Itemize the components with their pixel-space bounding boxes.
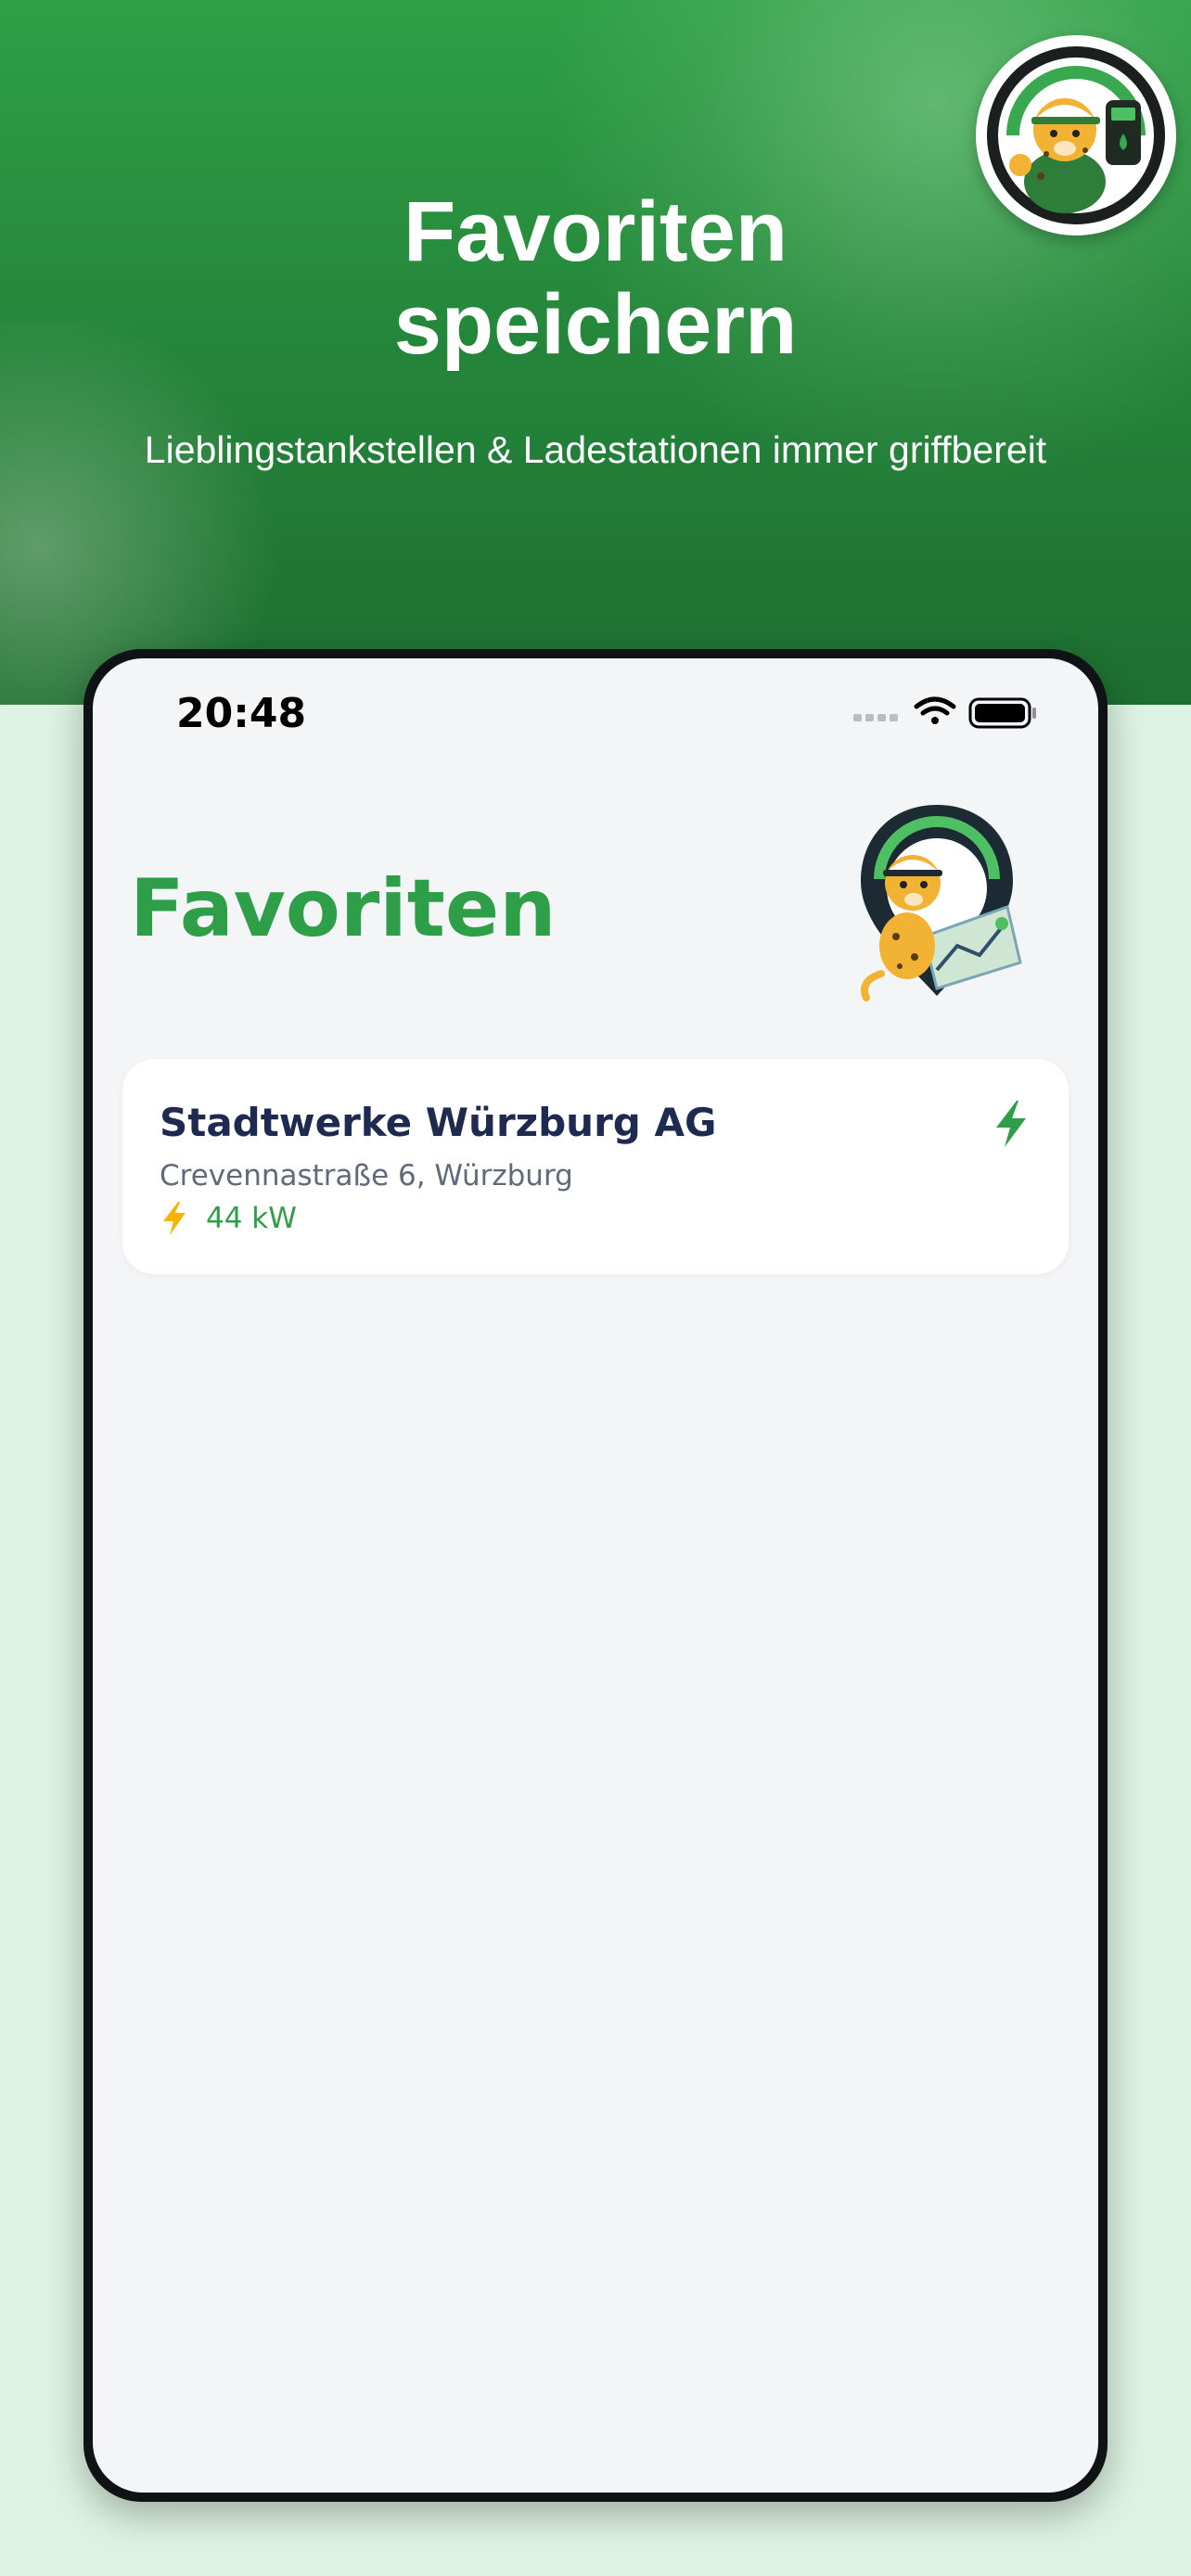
favorite-station-address: Crevennastraße 6, Würzburg: [160, 1159, 573, 1192]
favorite-station-name: Stadtwerke Würzburg AG: [160, 1100, 717, 1145]
battery-icon: [968, 697, 1036, 729]
page-title: Favoriten: [130, 862, 557, 955]
phone-screen: 20:48 Favoriten Stadtwerke Würzburg AG C…: [93, 658, 1098, 2493]
wifi-icon: [914, 696, 956, 724]
cheetah-map-pin-icon: [861, 805, 1022, 1001]
favorite-power-value: 44 kW: [206, 1202, 297, 1235]
hero-subtitle: Lieblingstankstellen & Ladestationen imm…: [144, 428, 1047, 471]
map-mascot: [844, 797, 1030, 1011]
hero-title-line-2: speichern: [393, 277, 798, 372]
signal-icon: [853, 714, 898, 721]
ev-charging-bolt-icon: [996, 1101, 1026, 1147]
lightning-bolt-icon: [163, 1202, 186, 1235]
status-icons: [853, 694, 1048, 731]
phone-frame: 20:48 Favoriten Stadtwerke Würzburg AG C…: [83, 649, 1108, 2502]
hero-title-line-1: Favoriten: [403, 185, 788, 279]
favorite-card[interactable]: Stadtwerke Würzburg AG Crevennastraße 6,…: [122, 1059, 1069, 1274]
status-time: 20:48: [176, 690, 307, 737]
favorite-power-row: 44 kW: [160, 1200, 297, 1237]
hero-title: Favoriten speichern: [0, 185, 1191, 371]
